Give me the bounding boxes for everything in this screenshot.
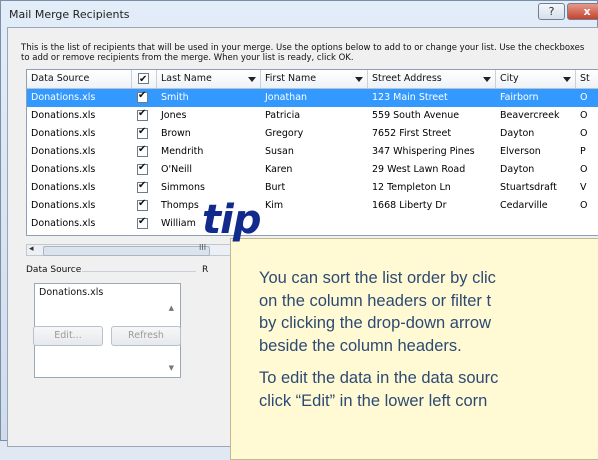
cell-data-source: Donations.xls xyxy=(31,218,96,229)
include-checkbox[interactable] xyxy=(137,180,148,193)
scroll-left-icon[interactable]: ◂ xyxy=(29,244,34,254)
include-checkbox[interactable] xyxy=(137,108,148,121)
column-header-street-address[interactable]: Street Address xyxy=(368,70,496,88)
table-row[interactable]: Donations.xls Simmons Burt 12 Templeton … xyxy=(27,179,598,197)
cell-first-name: Kim xyxy=(265,200,284,211)
include-checkbox[interactable] xyxy=(137,126,148,139)
scrollbar-grip-icon: III xyxy=(199,243,207,252)
cell-last-name: Simmons xyxy=(161,182,205,193)
include-checkbox[interactable] xyxy=(137,90,148,103)
cell-last-name: Mendrith xyxy=(161,146,204,157)
group-divider xyxy=(82,271,196,272)
cell-state: V xyxy=(580,182,587,193)
cell-data-source: Donations.xls xyxy=(31,92,96,103)
column-header-first-name[interactable]: First Name xyxy=(261,70,368,88)
scrollbar-thumb[interactable] xyxy=(43,246,210,256)
include-checkbox[interactable] xyxy=(137,216,148,229)
column-header-city[interactable]: City xyxy=(496,70,576,88)
cell-city: Cedarville xyxy=(500,200,548,211)
column-header-state[interactable]: St xyxy=(576,70,598,88)
cell-data-source: Donations.xls xyxy=(31,164,96,175)
cell-first-name: Gregory xyxy=(265,128,304,139)
include-checkbox[interactable] xyxy=(137,144,148,157)
select-all-checkbox[interactable] xyxy=(138,71,149,89)
cell-street-address: 559 South Avenue xyxy=(372,110,460,121)
column-header-last-name[interactable]: Last Name xyxy=(157,70,261,88)
cell-state: P xyxy=(580,146,586,157)
help-button[interactable]: ? xyxy=(538,3,565,20)
close-button[interactable]: x xyxy=(567,3,598,20)
cell-city: Elverson xyxy=(500,146,541,157)
data-source-group-label: Data Source xyxy=(26,265,82,275)
cell-state: O xyxy=(580,200,588,211)
edit-button[interactable]: Edit... xyxy=(33,326,103,346)
data-source-group: Data Source Donations.xls ▲ ▼ xyxy=(26,265,196,435)
first-name-dropdown-icon[interactable] xyxy=(355,77,363,82)
cell-street-address: 7652 First Street xyxy=(372,128,452,139)
cell-state: O xyxy=(580,92,588,103)
cell-city: Dayton xyxy=(500,128,535,139)
window-title: Mail Merge Recipients xyxy=(9,8,130,21)
column-header-data-source[interactable]: Data Source xyxy=(27,70,132,88)
tip-line: by clicking the drop-down arrow xyxy=(259,314,492,332)
tip-line: To edit the data in the data sourc xyxy=(259,369,499,387)
include-checkbox[interactable] xyxy=(137,162,148,175)
cell-last-name: Brown xyxy=(161,128,191,139)
cell-state: O xyxy=(580,128,588,139)
street-address-dropdown-icon[interactable] xyxy=(483,77,491,82)
table-row[interactable]: Donations.xls William xyxy=(27,215,598,233)
cell-first-name: Jonathan xyxy=(265,92,308,103)
cell-last-name: O'Neill xyxy=(161,164,192,175)
table-row[interactable]: Donations.xls Smith Jonathan 123 Main St… xyxy=(27,89,598,107)
cell-state: O xyxy=(580,164,588,175)
table-row[interactable]: Donations.xls O'Neill Karen 29 West Lawn… xyxy=(27,161,598,179)
scroll-up-icon[interactable]: ▲ xyxy=(169,304,174,312)
tip-line: You can sort the list order by clic xyxy=(259,269,496,287)
recipients-list[interactable]: Data Source Last Name First Name Street … xyxy=(26,69,598,236)
refine-group-label-stub: R xyxy=(202,265,209,275)
table-row[interactable]: Donations.xls Mendrith Susan 347 Whisper… xyxy=(27,143,598,161)
cell-last-name: Smith xyxy=(161,92,189,103)
cell-data-source: Donations.xls xyxy=(31,182,96,193)
cell-city: Fairborn xyxy=(500,92,539,103)
tip-heading: tip xyxy=(202,197,261,243)
tip-callout: You can sort the list order by clic on t… xyxy=(230,238,598,460)
cell-first-name: Burt xyxy=(265,182,286,193)
title-bar: Mail Merge Recipients ? x xyxy=(1,1,598,27)
cell-data-source: Donations.xls xyxy=(31,200,96,211)
cell-first-name: Karen xyxy=(265,164,293,175)
cell-data-source: Donations.xls xyxy=(31,110,96,121)
mail-merge-recipients-dialog: Mail Merge Recipients ? x This is the li… xyxy=(0,0,598,460)
cell-street-address: 347 Whispering Pines xyxy=(372,146,475,157)
cell-last-name: Jones xyxy=(161,110,187,121)
scroll-down-icon[interactable]: ▼ xyxy=(169,364,174,372)
city-dropdown-icon[interactable] xyxy=(563,77,571,82)
table-row[interactable]: Donations.xls Brown Gregory 7652 First S… xyxy=(27,125,598,143)
list-item[interactable]: Donations.xls xyxy=(39,287,103,298)
tip-line: click “Edit” in the lower left corn xyxy=(259,391,488,410)
cell-street-address: 1668 Liberty Dr xyxy=(372,200,447,211)
cell-first-name: Patricia xyxy=(265,110,301,121)
tip-line: beside the column headers. xyxy=(259,336,462,355)
refresh-button[interactable]: Refresh xyxy=(111,326,181,346)
tip-text: You can sort the list order by clic on t… xyxy=(259,267,598,412)
column-header-row: Data Source Last Name First Name Street … xyxy=(27,70,598,89)
column-header-checkbox[interactable] xyxy=(132,70,157,89)
cell-city: Stuartsdraft xyxy=(500,182,557,193)
intro-text: This is the list of recipients that will… xyxy=(21,43,585,63)
include-checkbox[interactable] xyxy=(137,198,148,211)
tip-line: on the column headers or filter t xyxy=(259,291,492,310)
cell-data-source: Donations.xls xyxy=(31,128,96,139)
cell-city: Dayton xyxy=(500,164,535,175)
cell-street-address: 123 Main Street xyxy=(372,92,448,103)
cell-state: O xyxy=(580,110,588,121)
table-row[interactable]: Donations.xls Jones Patricia 559 South A… xyxy=(27,107,598,125)
table-row[interactable]: Donations.xls Thomps Kim 1668 Liberty Dr… xyxy=(27,197,598,215)
cell-first-name: Susan xyxy=(265,146,294,157)
cell-street-address: 29 West Lawn Road xyxy=(372,164,466,175)
cell-street-address: 12 Templeton Ln xyxy=(372,182,451,193)
cell-data-source: Donations.xls xyxy=(31,146,96,157)
last-name-dropdown-icon[interactable] xyxy=(248,77,256,82)
cell-city: Beavercreek xyxy=(500,110,560,121)
